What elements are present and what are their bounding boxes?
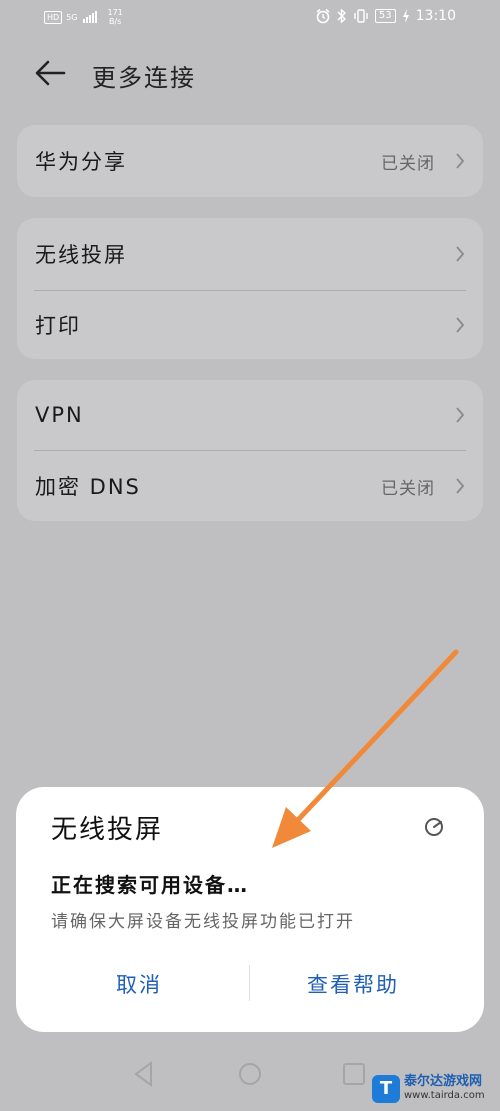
speed-value: 171 [107,8,123,17]
vibrate-icon [354,9,368,23]
page-title: 更多连接 [92,64,196,92]
back-arrow-icon[interactable] [34,58,68,88]
dialog-hint: 请确保大屏设备无线投屏功能已打开 [51,912,355,932]
clock: 13:10 [415,8,456,24]
wireless-projection-label: 无线投屏 [35,243,127,267]
help-button[interactable]: 查看帮助 [307,969,399,999]
nav-back-icon[interactable] [134,1061,152,1087]
private-dns-status: 已关闭 [381,478,435,499]
chevron-right-icon [456,246,465,262]
status-bar: HD 5G 171 B/s 53 13:10 [0,0,500,36]
dialog-message: 正在搜索可用设备… [51,873,249,897]
huawei-share-card: 华为分享 已关闭 [17,125,483,197]
huawei-share-label: 华为分享 [35,150,127,174]
alarm-icon [316,8,330,24]
chevron-right-icon [456,407,465,423]
huawei-share-row[interactable]: 华为分享 已关闭 [17,125,483,197]
network-speed: 171 B/s [107,8,122,26]
private-dns-row[interactable]: 加密 DNS 已关闭 [17,451,483,521]
network-type: 5G [66,12,78,22]
button-divider [249,965,250,1001]
chevron-right-icon [456,153,465,169]
watermark-url: www.tairda.com [404,1090,485,1101]
chevron-right-icon [456,317,465,333]
dialog-title: 无线投屏 [51,815,164,845]
signal-icon [83,11,98,23]
projection-print-card: 无线投屏 打印 [17,218,483,359]
cancel-button[interactable]: 取消 [116,969,162,999]
battery-icon: 53 [374,9,396,23]
speed-unit: B/s [108,17,122,26]
vpn-row[interactable]: VPN [17,380,483,450]
vpn-dns-card: VPN 加密 DNS 已关闭 [17,380,483,521]
wireless-projection-dialog: 无线投屏 正在搜索可用设备… 请确保大屏设备无线投屏功能已打开 取消 查看帮助 [16,787,484,1032]
charging-icon [402,9,409,23]
loading-spinner-icon [425,818,443,836]
watermark: T 泰尔达游戏网 www.tairda.com [372,1075,485,1103]
print-label: 打印 [35,314,81,338]
private-dns-label: 加密 DNS [35,475,141,499]
watermark-name: 泰尔达游戏网 [404,1074,483,1089]
vpn-label: VPN [35,403,84,427]
huawei-share-status: 已关闭 [381,153,435,174]
chevron-right-icon [456,478,465,494]
wireless-projection-row[interactable]: 无线投屏 [17,218,483,290]
hd-badge: HD [44,10,63,24]
nav-recents-icon[interactable] [343,1063,365,1085]
print-row[interactable]: 打印 [17,291,483,359]
watermark-logo: T [372,1075,400,1103]
bluetooth-icon [337,8,346,24]
nav-home-icon[interactable] [239,1063,261,1085]
